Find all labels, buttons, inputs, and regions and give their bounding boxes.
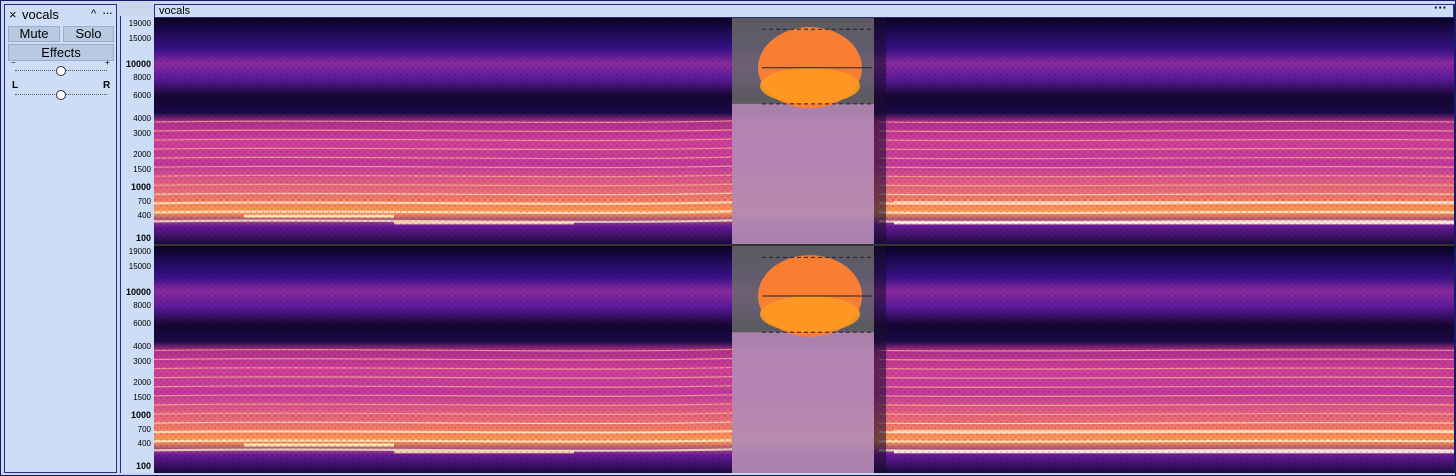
frequency-tick-label: 3000 (133, 129, 151, 138)
frequency-tick-label: 15000 (128, 262, 151, 271)
frequency-tick-label: 2000 (133, 378, 151, 387)
frequency-tick-label: 3000 (133, 357, 151, 366)
frequency-tick-label: 19000 (128, 247, 151, 256)
close-icon[interactable]: × (9, 7, 17, 22)
clip-name[interactable]: vocals (159, 5, 190, 17)
frequency-tick-label: 700 (137, 425, 151, 434)
track-header: × vocals ^ ··· (5, 5, 116, 24)
track-menu-icon[interactable]: ··· (102, 5, 113, 20)
frequency-tick-label: 1000 (130, 182, 151, 192)
pan-right-label: R (103, 80, 111, 91)
track-control-panel: × vocals ^ ··· Mute Solo Effects − + L R (4, 4, 117, 473)
frequency-tick-label: 1500 (133, 165, 151, 174)
spectrogram-channel-2 (154, 246, 1454, 473)
frequency-tick-label: 4000 (133, 342, 151, 351)
gain-slider-thumb[interactable] (56, 66, 66, 76)
frequency-tick-label: 700 (137, 197, 151, 206)
track-window: × vocals ^ ··· Mute Solo Effects − + L R… (0, 0, 1456, 476)
frequency-tick-label: 19000 (128, 19, 151, 28)
frequency-tick-label: 8000 (133, 73, 151, 82)
frequency-tick-label: 4000 (133, 114, 151, 123)
frequency-tick-label: 10000 (125, 59, 151, 69)
frequency-tick-label: 15000 (128, 34, 151, 43)
chevron-up-icon[interactable]: ^ (91, 7, 96, 22)
frequency-tick-label: 1000 (130, 410, 151, 420)
spectrogram-channel-1 (154, 18, 1454, 244)
frequency-tick-label: 6000 (133, 319, 151, 328)
clip-title-bar[interactable]: vocals ··· (154, 1, 1454, 18)
frequency-tick-label: 6000 (133, 91, 151, 100)
gain-slider[interactable] (15, 66, 107, 76)
channel-separator (154, 244, 1454, 246)
frequency-tick-label: 400 (137, 211, 151, 220)
pan-left-label: L (12, 80, 19, 91)
mute-button[interactable]: Mute (8, 26, 60, 42)
frequency-tick-label: 10000 (125, 287, 151, 297)
frequency-tick-label: 8000 (133, 301, 151, 310)
pan-slider[interactable] (15, 90, 107, 100)
effects-button[interactable]: Effects (8, 44, 114, 61)
gain-minus-label: − (11, 58, 16, 67)
gain-plus-label: + (105, 58, 110, 67)
frequency-tick-label: 100 (135, 233, 151, 243)
frequency-tick-label: 2000 (133, 150, 151, 159)
pan-slider-thumb[interactable] (56, 90, 66, 100)
frequency-tick-label: 1500 (133, 393, 151, 402)
frequency-tick-label: 100 (135, 461, 151, 471)
clip-menu-icon[interactable]: ··· (1434, 1, 1447, 14)
frequency-ruler[interactable]: 19000 15000 10000 8000 6000 4000 3000 2000 1500 1… (120, 16, 154, 473)
track-name[interactable]: vocals (22, 7, 59, 22)
solo-button[interactable]: Solo (63, 26, 114, 42)
frequency-tick-label: 400 (137, 439, 151, 448)
